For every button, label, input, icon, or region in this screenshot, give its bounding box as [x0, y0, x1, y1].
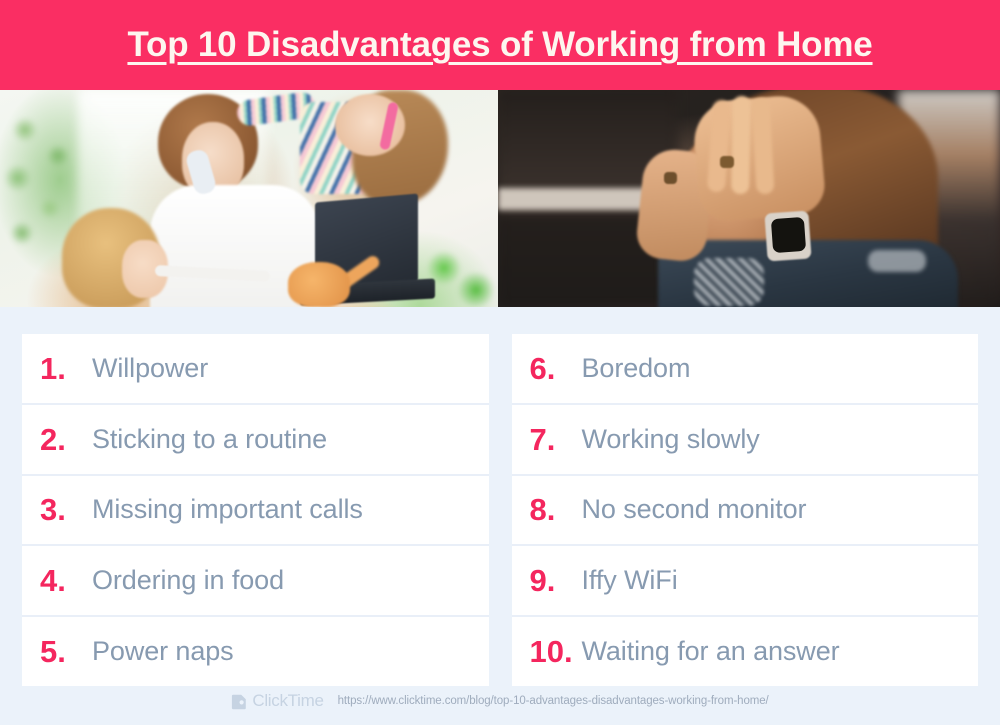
list-item-label: Sticking to a routine: [92, 423, 328, 454]
list-item-number: 4.: [40, 563, 66, 599]
header-band: Top 10 Disadvantages of Working from Hom…: [0, 0, 1000, 90]
list-item: 8. No second monitor: [511, 475, 978, 547]
list-item-label: Boredom: [581, 352, 691, 383]
brand-name: ClickTime: [252, 691, 324, 710]
list-item-number: 6.: [529, 350, 556, 386]
list-item-label: Power naps: [92, 636, 234, 667]
infographic-root: Top 10 Disadvantages of Working from Hom…: [0, 0, 1000, 725]
list-item: 2. Sticking to a routine: [22, 404, 489, 476]
ring-detail: [664, 172, 677, 184]
list-item-label: Willpower: [92, 352, 209, 383]
list-item-number: 9.: [529, 563, 556, 599]
list-item-label: Iffy WiFi: [581, 565, 678, 596]
list-item: 7. Working slowly: [511, 404, 978, 476]
list-item-number: 3.: [40, 492, 66, 528]
footer: ClickTime https://www.clicktime.com/blog…: [0, 688, 1000, 714]
green-toy: [418, 238, 498, 307]
list-item: 6. Boredom: [511, 334, 978, 405]
disadvantages-list: 1. Willpower 2. Sticking to a routine 3.…: [22, 334, 978, 686]
list-item-label: Working slowly: [581, 423, 760, 454]
list-item: 5. Power naps: [22, 617, 489, 686]
photo-stressed-woman-holding-head: [498, 90, 1000, 307]
list-item: 4. Ordering in food: [22, 546, 489, 618]
list-item-number: 7.: [529, 421, 556, 457]
smartwatch-face: [770, 216, 807, 254]
source-url: https://www.clicktime.com/blog/top-10-ad…: [337, 695, 769, 707]
list-item-number: 1.: [40, 350, 66, 386]
list-item: 3. Missing important calls: [22, 475, 489, 547]
list-column-right: 6. Boredom 7. Working slowly 8. No secon…: [511, 334, 978, 686]
photo-mother-working-from-home-with-children: [0, 90, 498, 307]
list-item-label: Ordering in food: [92, 565, 285, 596]
list-column-left: 1. Willpower 2. Sticking to a routine 3.…: [22, 334, 489, 686]
list-item-label: Waiting for an answer: [581, 636, 840, 667]
list-item: 1. Willpower: [22, 334, 489, 405]
list-item: 9. Iffy WiFi: [511, 546, 978, 618]
scarf-detail: [694, 258, 764, 306]
list-item-number: 5.: [40, 634, 66, 670]
list-item-label: Missing important calls: [92, 494, 363, 525]
orange-kitten: [288, 262, 350, 307]
clicktime-logo-icon: [231, 693, 248, 710]
list-item-label: No second monitor: [581, 494, 807, 525]
jacket-distress-detail: [868, 250, 926, 272]
list-item-number: 8.: [529, 492, 556, 528]
list-item-number: 10.: [529, 634, 573, 670]
list-item-number: 2.: [40, 421, 66, 457]
brand-lockup: ClickTime: [231, 691, 324, 711]
photo-strip: [0, 90, 1000, 307]
ring-detail: [720, 156, 734, 168]
page-title: Top 10 Disadvantages of Working from Hom…: [127, 25, 873, 64]
list-item: 10. Waiting for an answer: [511, 617, 978, 686]
finger-detail: [731, 95, 751, 195]
